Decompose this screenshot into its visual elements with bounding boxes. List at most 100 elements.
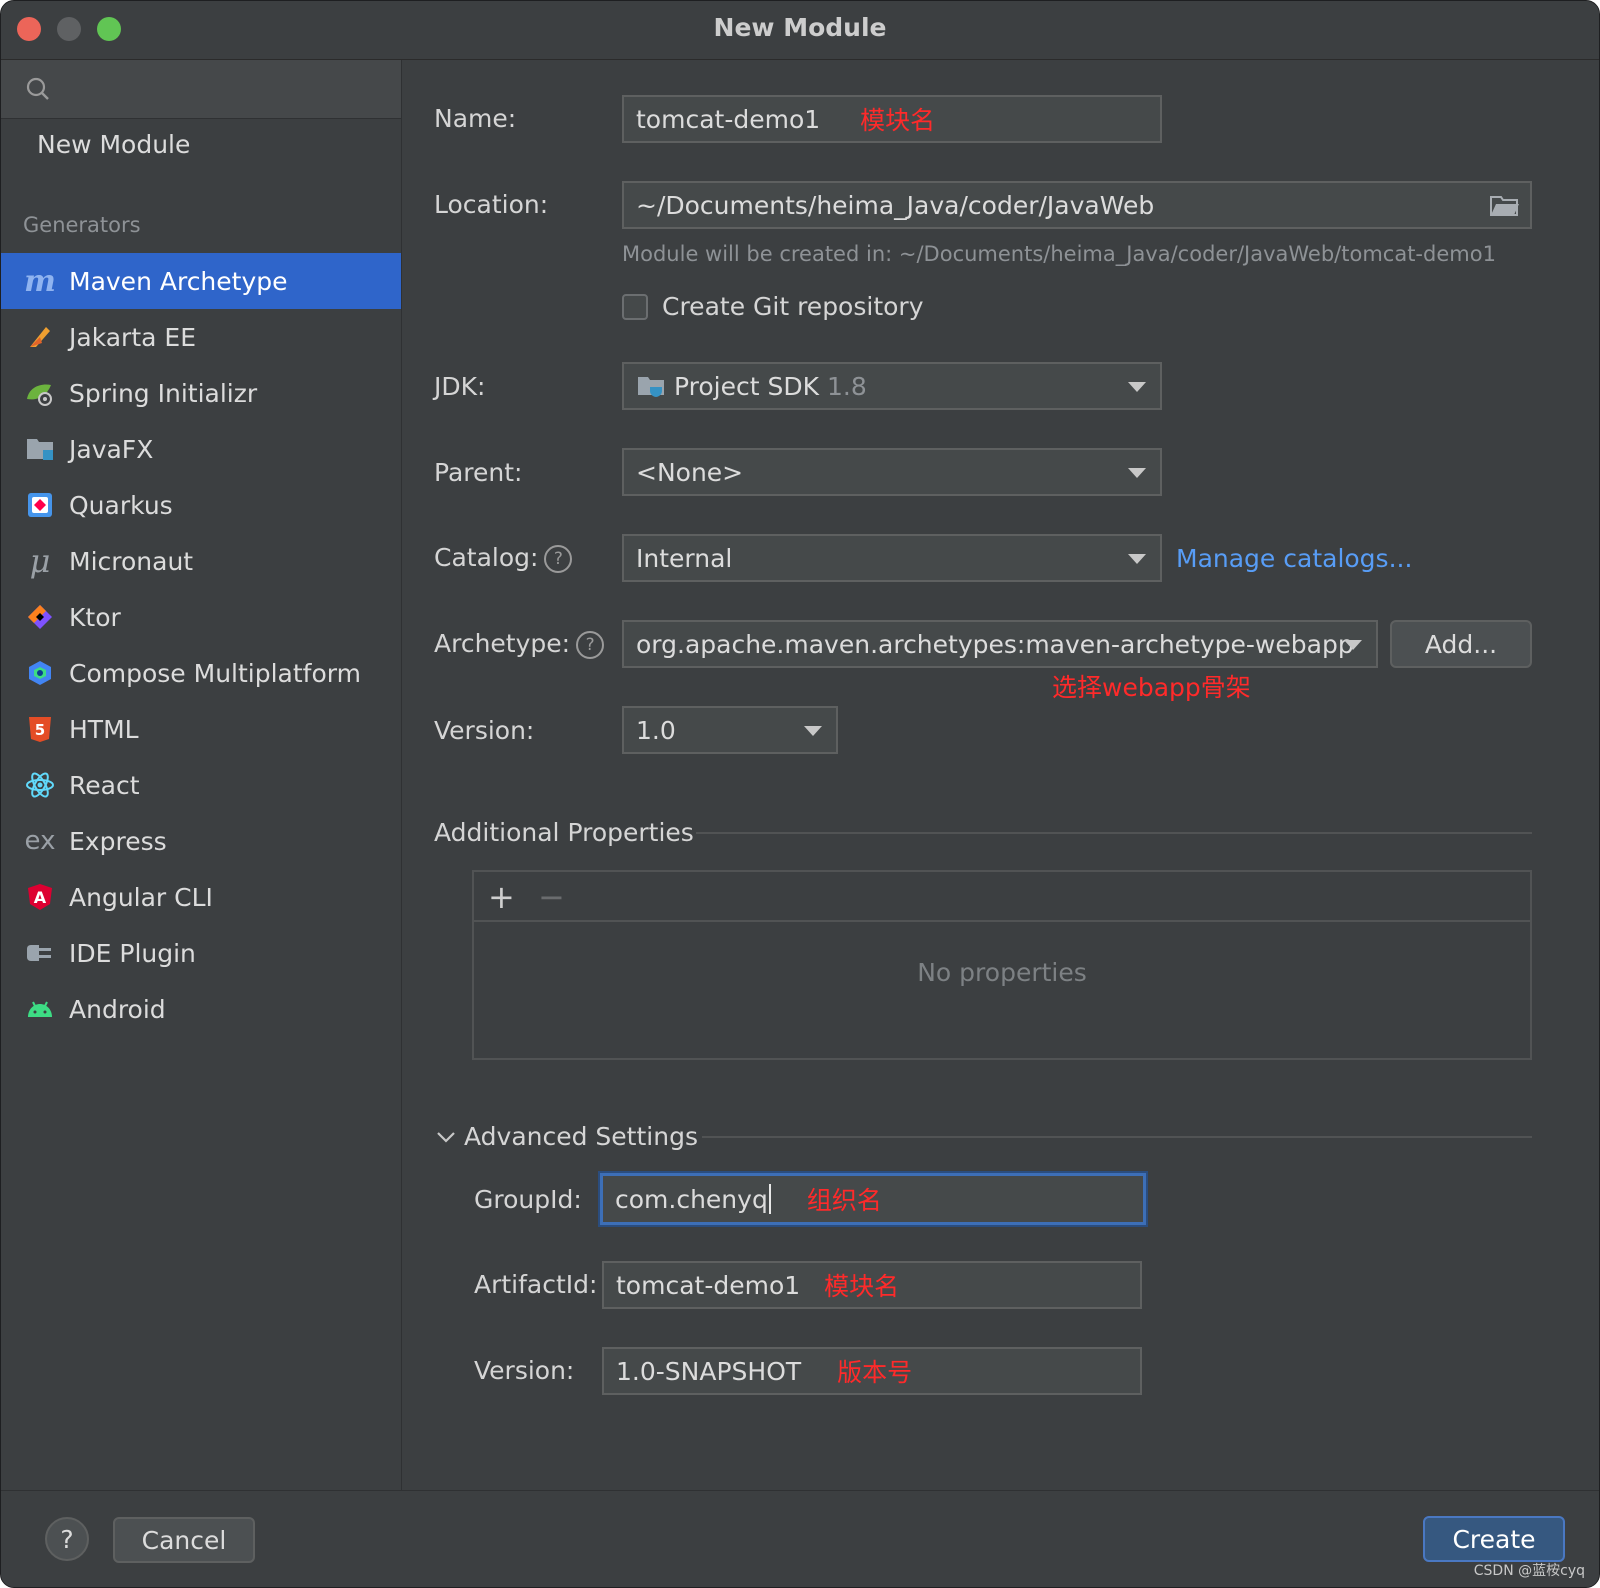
- groupid-field[interactable]: com.chenyq 组织名: [600, 1173, 1146, 1225]
- artifactid-value: tomcat-demo1: [616, 1270, 801, 1300]
- folder-icon[interactable]: [1490, 195, 1520, 217]
- sidebar-item-angular-cli[interactable]: A Angular CLI: [1, 869, 401, 925]
- sidebar-item-maven-archetype[interactable]: m Maven Archetype: [1, 253, 401, 309]
- sidebar-item-ide-plugin[interactable]: IDE Plugin: [1, 925, 401, 981]
- sidebar-item-react[interactable]: React: [1, 757, 401, 813]
- create-button[interactable]: Create: [1423, 1516, 1565, 1562]
- micronaut-icon: μ: [29, 542, 51, 580]
- groupid-label: GroupId:: [474, 1185, 582, 1214]
- svg-text:A: A: [34, 888, 47, 907]
- jdk-dropdown[interactable]: Project SDK 1.8: [622, 362, 1162, 410]
- jdk-label: JDK:: [434, 372, 486, 401]
- name-field[interactable]: tomcat-demo1 模块名: [622, 95, 1162, 143]
- sidebar-item-label: Maven Archetype: [69, 266, 288, 296]
- catalog-label-row: Catalog:?: [434, 543, 573, 573]
- chevron-down-icon: [1128, 382, 1146, 392]
- sidebar-item-javafx[interactable]: JavaFX: [1, 421, 401, 477]
- additional-properties-title: Additional Properties: [434, 818, 694, 847]
- catalog-dropdown[interactable]: Internal: [622, 534, 1162, 582]
- sidebar-item-express[interactable]: ex Express: [1, 813, 401, 869]
- dialog-footer: ? Cancel Create CSDN @蓝桉cyq: [1, 1490, 1599, 1587]
- sidebar-item-jakarta-ee[interactable]: Jakarta EE: [1, 309, 401, 365]
- sidebar-item-android[interactable]: Android: [1, 981, 401, 1037]
- search-input[interactable]: [1, 60, 401, 119]
- new-module-dialog: New Module New Module Generators m Maven…: [0, 0, 1600, 1588]
- search-icon: [26, 77, 49, 100]
- advanced-version-value: 1.0-SNAPSHOT: [616, 1356, 802, 1386]
- remove-property-button[interactable]: −: [538, 878, 565, 916]
- cancel-button[interactable]: Cancel: [113, 1517, 255, 1563]
- chevron-down-icon: [1128, 468, 1146, 478]
- chevron-down-icon: [1344, 640, 1362, 650]
- advanced-settings-toggle[interactable]: Advanced Settings: [464, 1122, 698, 1151]
- sidebar-item-label: React: [69, 770, 140, 800]
- help-icon[interactable]: ?: [544, 545, 573, 573]
- location-hint: Module will be created in: ~/Documents/h…: [622, 242, 1496, 266]
- jdk-version: 1.8: [827, 371, 867, 401]
- catalog-label: Catalog:: [434, 543, 539, 572]
- generators-sidebar: New Module Generators m Maven Archetype …: [1, 60, 402, 1490]
- plugin-icon: [23, 936, 57, 970]
- sidebar-item-quarkus[interactable]: Quarkus: [1, 477, 401, 533]
- version-dropdown[interactable]: 1.0: [622, 706, 838, 754]
- create-git-label: Create Git repository: [662, 292, 924, 321]
- version-label: Version:: [434, 716, 535, 745]
- create-git-checkbox[interactable]: [622, 294, 648, 320]
- groupid-annotation: 组织名: [806, 1186, 882, 1215]
- html5-icon: 5: [23, 712, 57, 746]
- sidebar-item-label: Compose Multiplatform: [69, 658, 361, 688]
- generators-list: m Maven Archetype Jakarta EE Spring Init…: [1, 253, 401, 1037]
- parent-dropdown[interactable]: <None>: [622, 448, 1162, 496]
- manage-catalogs-link[interactable]: Manage catalogs...: [1176, 544, 1412, 573]
- express-icon: ex: [24, 826, 56, 856]
- artifactid-annotation: 模块名: [824, 1272, 900, 1301]
- parent-label: Parent:: [434, 458, 523, 487]
- name-annotation: 模块名: [860, 106, 936, 135]
- compose-icon: [23, 656, 57, 690]
- chevron-down-icon[interactable]: [436, 1130, 456, 1144]
- text-cursor: [768, 1184, 771, 1214]
- groupid-value: com.chenyq: [615, 1184, 768, 1214]
- archetype-label-row: Archetype:?: [434, 629, 605, 659]
- location-value: ~/Documents/heima_Java/coder/JavaWeb: [636, 190, 1155, 220]
- sidebar-item-label: IDE Plugin: [69, 938, 196, 968]
- name-label: Name:: [434, 104, 517, 133]
- properties-table: + − No properties: [472, 870, 1532, 1060]
- help-icon[interactable]: ?: [576, 631, 605, 659]
- catalog-value: Internal: [636, 543, 733, 573]
- module-form: Name: tomcat-demo1 模块名 Location: ~/Docum…: [402, 60, 1599, 1490]
- add-property-button[interactable]: +: [488, 878, 515, 916]
- archetype-value: org.apache.maven.archetypes:maven-archet…: [636, 629, 1354, 659]
- section-divider: [702, 1136, 1532, 1138]
- maven-icon: m: [24, 263, 56, 299]
- generators-heading: Generators: [23, 213, 141, 237]
- sidebar-item-new-module[interactable]: New Module: [37, 130, 190, 159]
- javafx-folder-icon: [23, 432, 57, 466]
- sidebar-item-micronaut[interactable]: μ Micronaut: [1, 533, 401, 589]
- name-value: tomcat-demo1: [636, 104, 821, 134]
- location-label: Location:: [434, 190, 549, 219]
- artifactid-label: ArtifactId:: [474, 1270, 598, 1299]
- artifactid-field[interactable]: tomcat-demo1 模块名: [602, 1261, 1142, 1309]
- archetype-dropdown[interactable]: org.apache.maven.archetypes:maven-archet…: [622, 620, 1378, 668]
- advanced-version-annotation: 版本号: [837, 1358, 913, 1387]
- sidebar-item-compose-multiplatform[interactable]: Compose Multiplatform: [1, 645, 401, 701]
- properties-toolbar: + −: [474, 872, 1530, 922]
- section-divider: [696, 832, 1532, 834]
- sidebar-item-label: JavaFX: [69, 434, 154, 464]
- jakarta-ee-icon: [23, 320, 57, 354]
- sidebar-item-label: Micronaut: [69, 546, 194, 576]
- advanced-version-field[interactable]: 1.0-SNAPSHOT 版本号: [602, 1347, 1142, 1395]
- help-button[interactable]: ?: [45, 1517, 89, 1561]
- sidebar-item-label: Jakarta EE: [69, 322, 196, 352]
- sidebar-item-spring-initializr[interactable]: Spring Initializr: [1, 365, 401, 421]
- add-archetype-button[interactable]: Add...: [1390, 620, 1532, 668]
- sidebar-item-label: Ktor: [69, 602, 121, 632]
- location-field[interactable]: ~/Documents/heima_Java/coder/JavaWeb: [622, 181, 1532, 229]
- watermark-text: CSDN @蓝桉cyq: [1473, 1563, 1585, 1579]
- sidebar-item-label: Angular CLI: [69, 882, 213, 912]
- angular-icon: A: [23, 880, 57, 914]
- sidebar-item-html[interactable]: 5 HTML: [1, 701, 401, 757]
- jdk-value: Project SDK: [674, 371, 819, 401]
- sidebar-item-ktor[interactable]: Ktor: [1, 589, 401, 645]
